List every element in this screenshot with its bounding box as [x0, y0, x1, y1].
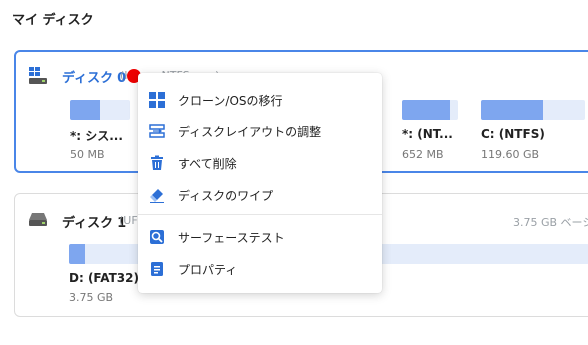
- partition-label-sys: *: シス...: [70, 129, 123, 143]
- menu-item-delete-all[interactable]: すべて削除: [138, 148, 382, 178]
- disk-1-name-label: ディスク: [62, 216, 114, 231]
- partition-label-c: C: (NTFS): [481, 127, 545, 141]
- disk-0-name-label: ディスク: [62, 71, 114, 86]
- page-title: マイ ディスク: [12, 13, 94, 28]
- menu-item-properties[interactable]: プロパティ: [138, 254, 382, 284]
- partition-label-d: D: (FAT32): [69, 271, 139, 285]
- partition-size-sys: 50 MB: [70, 148, 105, 161]
- menu-item-clone-os-migrate[interactable]: クローン/OSの移行: [138, 85, 382, 115]
- trash-icon: [151, 155, 163, 170]
- menu-item-label: ディスクのワイプ: [178, 188, 274, 203]
- layout-adjust-icon: [149, 124, 165, 138]
- partition-size-c: 119.60 GB: [481, 148, 540, 161]
- disk-windows-icon: [29, 67, 47, 84]
- disk-1-model: (UF: [119, 214, 138, 227]
- surface-test-icon: [150, 230, 164, 244]
- menu-item-label: サーフェーステスト: [178, 230, 285, 245]
- properties-icon: [151, 262, 163, 276]
- context-menu: クローン/OSの移行 ディスクレイアウトの調整 すべて削除 ディスクのワイプ サ…: [138, 73, 382, 293]
- partition-bar-sys[interactable]: [70, 100, 130, 120]
- menu-item-label: ディスクレイアウトの調整: [178, 124, 322, 139]
- disk-drive-icon: [29, 213, 47, 226]
- eraser-icon: [150, 189, 164, 203]
- disk-1-name: ディスク 1: [62, 212, 126, 231]
- windows-icon: [149, 92, 165, 108]
- partition-label-nt: *: (NT...: [402, 127, 453, 141]
- menu-item-label: プロパティ: [178, 262, 238, 277]
- menu-item-label: すべて削除: [178, 156, 237, 171]
- disk-1-capacity-type: 3.75 GB ベーシ: [513, 216, 588, 229]
- partition-size-d: 3.75 GB: [69, 291, 114, 304]
- partition-bar-nt[interactable]: [402, 100, 458, 120]
- partition-bar-c[interactable]: [481, 100, 585, 120]
- disk-0-name: ディスク 0: [62, 67, 126, 86]
- menu-item-label: クローン/OSの移行: [178, 93, 283, 108]
- menu-item-surface-test[interactable]: サーフェーステスト: [138, 222, 382, 252]
- menu-separator: [138, 214, 382, 215]
- menu-item-wipe-disk[interactable]: ディスクのワイプ: [138, 180, 382, 210]
- partition-size-nt: 652 MB: [402, 148, 444, 161]
- menu-item-adjust-layout[interactable]: ディスクレイアウトの調整: [138, 116, 382, 146]
